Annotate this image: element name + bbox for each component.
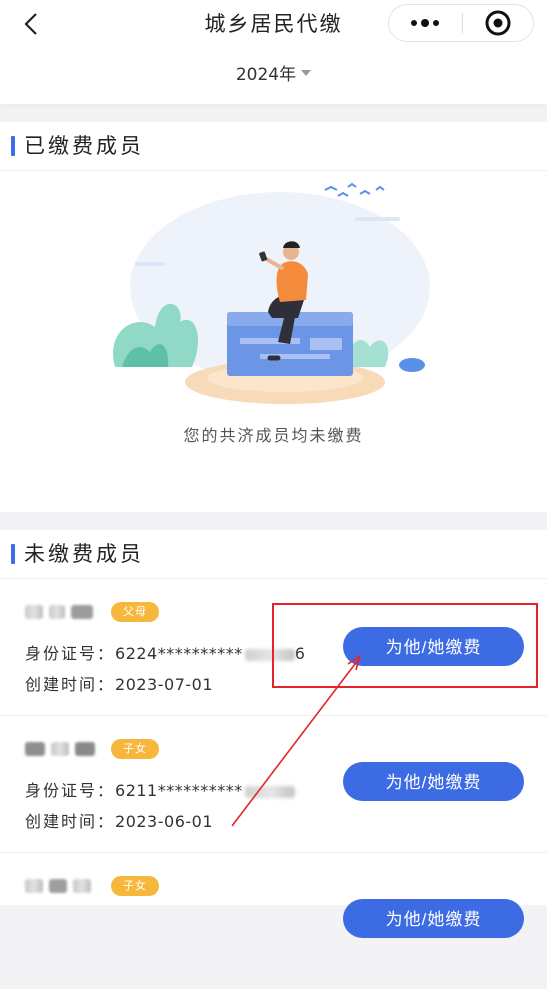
relation-tag: 子女	[111, 739, 159, 759]
created-time-line: 创建时间：2023-07-01	[25, 671, 213, 695]
empty-state-text: 您的共济成员均未缴费	[183, 426, 364, 445]
year-value: 2024年	[235, 65, 297, 85]
caret-down-icon	[301, 70, 312, 76]
back-button[interactable]	[16, 9, 46, 39]
created-date: 2023-06-01	[115, 812, 213, 831]
redacted-char	[25, 742, 45, 756]
id-number: 6224**********	[115, 644, 243, 663]
id-label: 身份证号：	[25, 644, 116, 663]
redacted-char	[51, 742, 69, 756]
id-redacted	[244, 785, 295, 798]
paid-members-title: 已缴费成员	[24, 134, 144, 158]
created-label: 创建时间：	[25, 812, 116, 831]
id-number-line: 身份证号：6211**********	[25, 777, 295, 801]
id-number: 6211**********	[115, 781, 243, 800]
top-bar: 城乡居民代缴 2024年	[0, 0, 547, 104]
member-row: 子女 身份证号：6211********** 创建时间：2023-06-01 为…	[0, 716, 547, 853]
created-time-line: 创建时间：2023-06-01	[25, 808, 213, 832]
more-dots-icon	[411, 19, 439, 27]
chevron-left-icon	[24, 13, 37, 35]
redacted-char	[73, 879, 91, 893]
section-accent-bar	[11, 136, 15, 156]
created-label: 创建时间：	[25, 675, 116, 694]
unpaid-members-header: 未缴费成员	[0, 530, 547, 579]
id-number-line: 身份证号：6224********** 6	[25, 640, 305, 664]
relation-tag: 子女	[111, 876, 159, 896]
redacted-char	[49, 605, 65, 619]
id-label: 身份证号：	[25, 781, 116, 800]
pay-for-member-button[interactable]: 为他/她缴费	[343, 762, 524, 801]
created-date: 2023-07-01	[115, 675, 213, 694]
unpaid-members-card: 未缴费成员 父母 身份证号：6224********** 6 创建时间：2023-…	[0, 530, 547, 938]
paid-members-card: 已缴费成员 您的共济成员均未缴费	[0, 122, 547, 512]
unpaid-members-title: 未缴费成员	[24, 542, 144, 566]
section-accent-bar	[11, 544, 15, 564]
target-icon	[485, 10, 511, 36]
page-title: 城乡居民代缴	[204, 12, 343, 36]
redacted-char	[49, 879, 67, 893]
mini-program-capsule	[388, 4, 534, 42]
member-name-redacted	[25, 738, 95, 760]
close-program-button[interactable]	[463, 5, 533, 41]
empty-state-illustration	[113, 182, 430, 404]
annotation-highlight-box	[272, 603, 538, 688]
member-name-redacted	[25, 875, 91, 897]
year-selector[interactable]: 2024年	[0, 60, 547, 90]
more-button[interactable]	[389, 5, 461, 41]
redacted-char	[75, 742, 95, 756]
member-name-redacted	[25, 601, 93, 623]
paid-members-header: 已缴费成员	[0, 122, 547, 171]
redacted-char	[25, 605, 43, 619]
redacted-char	[71, 605, 93, 619]
member-row: 子女 为他/她缴费	[0, 853, 547, 989]
relation-tag: 父母	[111, 602, 159, 622]
redacted-char	[25, 879, 43, 893]
